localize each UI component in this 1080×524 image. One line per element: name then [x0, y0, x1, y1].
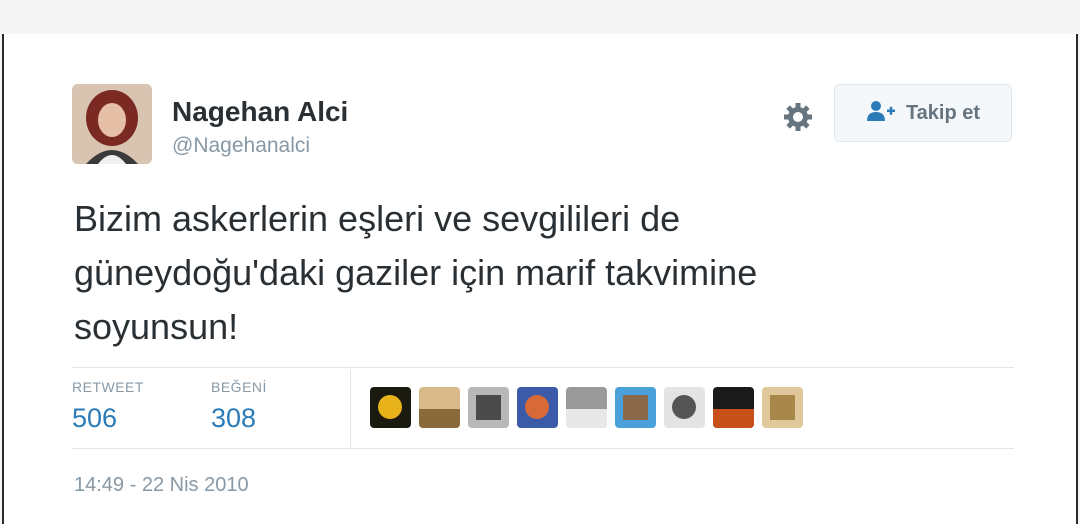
- like-stat[interactable]: BEĞENİ 308: [211, 379, 267, 434]
- tweet-card: Nagehan Alci @Nagehanalci Takip et Bizim…: [2, 34, 1078, 524]
- liker-avatar-striped-road[interactable]: [468, 387, 509, 428]
- retweet-stat[interactable]: RETWEET 506: [72, 379, 144, 434]
- liker-avatar-sunflower[interactable]: [370, 387, 411, 428]
- retweet-label: RETWEET: [72, 379, 144, 395]
- liker-avatars: [370, 387, 803, 428]
- liker-avatar-wood-texture[interactable]: [762, 387, 803, 428]
- like-count: 308: [211, 403, 257, 433]
- liker-avatar-dark-orange[interactable]: [713, 387, 754, 428]
- author-name[interactable]: Nagehan Alci: [172, 96, 348, 128]
- tweet-text-line: güneydoğu'daki gaziler için marif takvim…: [74, 252, 758, 293]
- liker-avatar-sunset[interactable]: [517, 387, 558, 428]
- follow-button[interactable]: Takip et: [834, 84, 1012, 142]
- liker-avatar-food-plate[interactable]: [419, 387, 460, 428]
- like-label: BEĞENİ: [211, 379, 267, 395]
- retweet-count: 506: [72, 403, 118, 433]
- author-avatar[interactable]: [72, 84, 152, 164]
- gear-icon[interactable]: [781, 100, 815, 134]
- follow-button-label: Takip et: [905, 101, 981, 124]
- divider-bottom: [72, 448, 1014, 449]
- tweet-timestamp[interactable]: 14:49 - 22 Nis 2010: [74, 474, 249, 497]
- divider-top: [72, 367, 1014, 368]
- tweet-text: Bizim askerlerin eşleri ve sevgilileri d…: [74, 192, 974, 354]
- author-handle[interactable]: @Nagehanalci: [172, 134, 310, 158]
- stats-divider: [350, 370, 351, 448]
- add-user-icon: [866, 100, 896, 127]
- tweet-text-line: soyunsun!: [74, 306, 239, 347]
- liker-avatar-mountain-sky[interactable]: [615, 387, 656, 428]
- tweet-text-line: Bizim askerlerin eşleri ve sevgilileri d…: [74, 198, 681, 239]
- liker-avatar-gray-abstract[interactable]: [664, 387, 705, 428]
- liker-avatar-cat[interactable]: [566, 387, 607, 428]
